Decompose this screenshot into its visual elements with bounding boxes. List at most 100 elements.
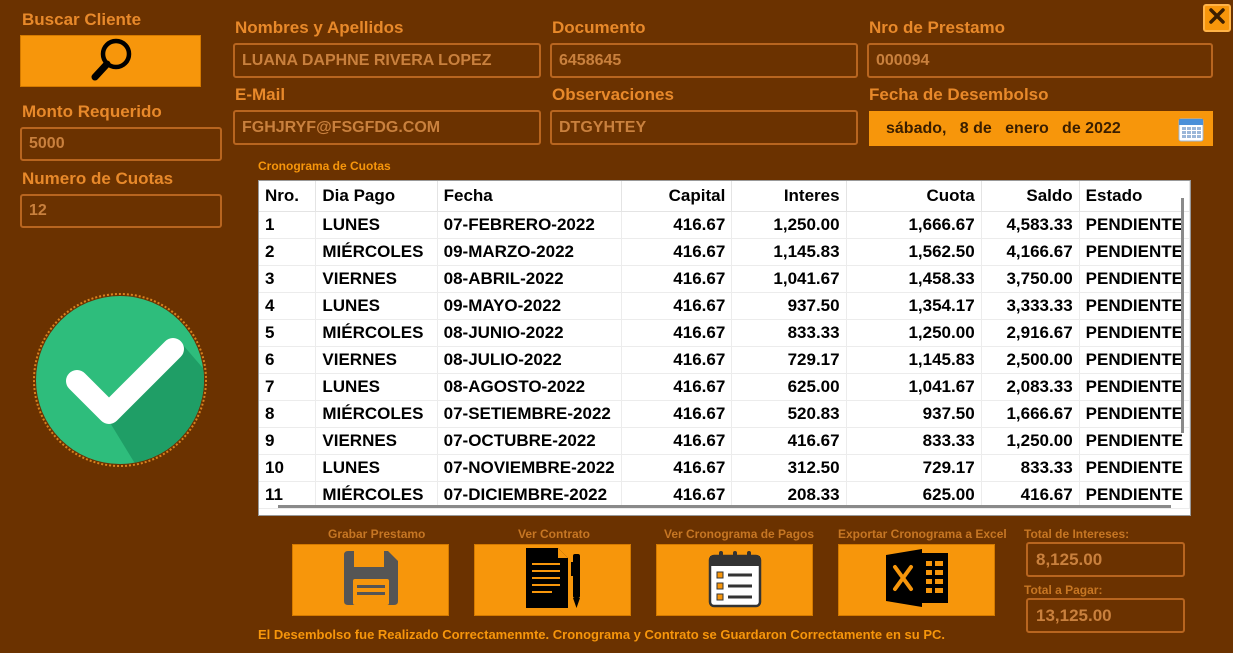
table-cell: 416.67 — [621, 319, 733, 347]
table-cell: 4,583.33 — [981, 211, 1080, 239]
table-row[interactable]: 1 LUNES 07-FEBRERO-2022 416.67 1,250.00 1,666… — [259, 211, 1190, 239]
document-pen-icon — [518, 546, 588, 615]
table-cell: 1,562.50 — [846, 238, 982, 266]
table-cell: VIERNES — [315, 427, 438, 455]
success-check-icon — [33, 293, 207, 467]
table-cell: LUNES — [315, 373, 438, 401]
table-row[interactable]: 10 LUNES 07-NOVIEMBRE-2022 416.67 312.50 729.… — [259, 454, 1190, 482]
table-row[interactable]: 9 VIERNES 07-OCTUBRE-2022 416.67 416.67 833.3… — [259, 427, 1190, 455]
cronograma-title: Cronograma de Cuotas — [258, 159, 391, 173]
ver-cronograma-button[interactable] — [656, 544, 813, 616]
monto-requerido-field[interactable]: 5000 — [20, 127, 222, 161]
table-cell: 1,666.67 — [846, 211, 982, 239]
column-header[interactable]: Saldo — [981, 181, 1080, 212]
table-row[interactable]: 5 MIÉRCOLES 08-JUNIO-2022 416.67 833.33 1,250… — [259, 319, 1190, 347]
table-cell: 09-MAYO-2022 — [437, 292, 622, 320]
table-cell: 08-JUNIO-2022 — [437, 319, 622, 347]
table-cell: 10 — [259, 454, 317, 482]
table-cell: 729.17 — [846, 454, 982, 482]
table-row[interactable]: 6 VIERNES 08-JULIO-2022 416.67 729.17 1,145.8… — [259, 346, 1190, 374]
table-cell: 416.67 — [981, 481, 1080, 509]
table-row[interactable]: 2 MIÉRCOLES 09-MARZO-2022 416.67 1,145.83 1,5… — [259, 238, 1190, 266]
horizontal-scrollbar[interactable] — [278, 505, 1171, 508]
table-cell: 520.83 — [731, 400, 847, 428]
exportar-excel-button[interactable] — [838, 544, 995, 616]
table-cell: 937.50 — [731, 292, 847, 320]
calendar-checklist-icon — [705, 548, 765, 613]
buscar-cliente-button[interactable] — [20, 35, 201, 87]
table-cell: 1,354.17 — [846, 292, 982, 320]
schedule-grid[interactable]: Nro. Dia Pago Fecha Capital Interes Cuot… — [258, 180, 1191, 516]
excel-icon — [882, 547, 952, 614]
ver-contrato-label: Ver Contrato — [518, 527, 591, 541]
table-cell: PENDIENTE — [1079, 292, 1190, 320]
table-cell: PENDIENTE — [1079, 454, 1190, 482]
table-row[interactable]: 7 LUNES 08-AGOSTO-2022 416.67 625.00 1,041.67… — [259, 373, 1190, 401]
total-intereses-field[interactable]: 8,125.00 — [1026, 542, 1185, 577]
documento-field[interactable]: 6458645 — [550, 43, 858, 78]
table-cell: MIÉRCOLES — [315, 400, 438, 428]
vertical-scrollbar[interactable] — [1181, 198, 1184, 433]
nombres-field[interactable]: LUANA DAPHNE RIVERA LOPEZ — [233, 43, 541, 78]
table-cell: 416.67 — [621, 373, 733, 401]
table-row[interactable]: 11 MIÉRCOLES 07-DICIEMBRE-2022 416.67 208.33… — [259, 481, 1190, 509]
table-cell: MIÉRCOLES — [315, 319, 438, 347]
table-cell: 08-JULIO-2022 — [437, 346, 622, 374]
table-cell: 09-MARZO-2022 — [437, 238, 622, 266]
table-cell: 1,041.67 — [846, 373, 982, 401]
column-header[interactable]: Cuota — [846, 181, 982, 212]
total-pagar-field[interactable]: 13,125.00 — [1026, 598, 1185, 633]
table-cell: PENDIENTE — [1079, 346, 1190, 374]
grabar-prestamo-button[interactable] — [292, 544, 449, 616]
table-cell: 2,500.00 — [981, 346, 1080, 374]
close-button[interactable] — [1203, 4, 1231, 32]
monto-requerido-label: Monto Requerido — [22, 102, 162, 121]
table-cell: PENDIENTE — [1079, 265, 1190, 293]
table-cell: LUNES — [315, 292, 438, 320]
column-header[interactable]: Nro. — [259, 181, 317, 212]
table-cell: 625.00 — [846, 481, 982, 509]
column-header[interactable]: Fecha — [437, 181, 622, 212]
table-cell: 9 — [259, 427, 317, 455]
table-cell: 416.67 — [621, 481, 733, 509]
table-cell: PENDIENTE — [1079, 427, 1190, 455]
table-cell: 729.17 — [731, 346, 847, 374]
table-cell: 416.67 — [621, 211, 733, 239]
status-message: El Desembolso fue Realizado Correctamenm… — [258, 627, 946, 642]
table-cell: PENDIENTE — [1079, 373, 1190, 401]
email-field[interactable]: FGHJRYF@FSGFDG.COM — [233, 110, 541, 145]
table-cell: 416.67 — [731, 427, 847, 455]
table-cell: PENDIENTE — [1079, 481, 1190, 509]
table-cell: 1,250.00 — [846, 319, 982, 347]
email-label: E-Mail — [235, 85, 286, 104]
column-header[interactable]: Capital — [621, 181, 733, 212]
table-row[interactable]: 3 VIERNES 08-ABRIL-2022 416.67 1,041.67 1,458… — [259, 265, 1190, 293]
total-pagar-label: Total a Pagar: — [1024, 583, 1103, 597]
column-header[interactable]: Estado — [1079, 181, 1190, 212]
table-row[interactable]: 4 LUNES 09-MAYO-2022 416.67 937.50 1,354.17 3,… — [259, 292, 1190, 320]
table-cell: PENDIENTE — [1079, 400, 1190, 428]
observaciones-field[interactable]: DTGYHTEY — [550, 110, 858, 145]
table-cell: PENDIENTE — [1079, 211, 1190, 239]
table-cell: 4 — [259, 292, 317, 320]
table-cell: 1 — [259, 211, 317, 239]
nro-prestamo-field[interactable]: 000094 — [867, 43, 1213, 78]
table-cell: 07-NOVIEMBRE-2022 — [437, 454, 622, 482]
table-cell: 07-DICIEMBRE-2022 — [437, 481, 622, 509]
column-header[interactable]: Interes — [731, 181, 847, 212]
table-cell: 7 — [259, 373, 317, 401]
ver-contrato-button[interactable] — [474, 544, 631, 616]
table-row[interactable]: 8 MIÉRCOLES 07-SETIEMBRE-2022 416.67 520.83 9… — [259, 400, 1190, 428]
column-header[interactable]: Dia Pago — [315, 181, 438, 212]
table-cell: 416.67 — [621, 265, 733, 293]
table-cell: 416.67 — [621, 400, 733, 428]
fecha-desembolso-picker[interactable]: sábado, 8 de enero de 2022 — [869, 111, 1213, 146]
table-cell: 937.50 — [846, 400, 982, 428]
numero-cuotas-field[interactable]: 12 — [20, 194, 222, 228]
calendar-icon[interactable] — [1178, 116, 1204, 147]
table-cell: 416.67 — [621, 292, 733, 320]
numero-cuotas-label: Numero de Cuotas — [22, 169, 174, 188]
table-cell: MIÉRCOLES — [315, 238, 438, 266]
table-cell: 2,916.67 — [981, 319, 1080, 347]
table-cell: 07-SETIEMBRE-2022 — [437, 400, 622, 428]
